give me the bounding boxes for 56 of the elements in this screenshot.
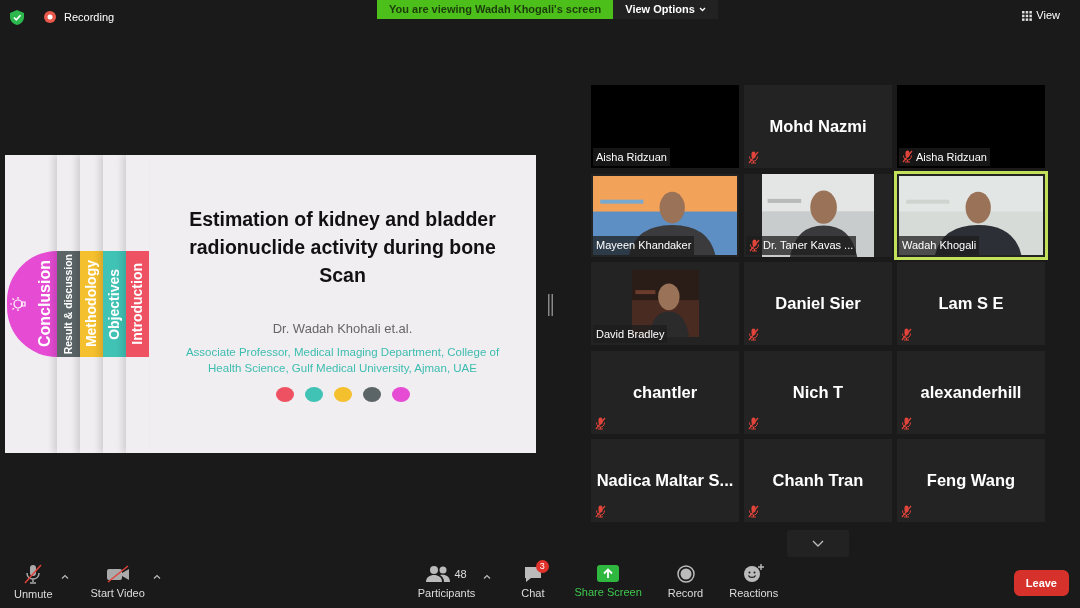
- participant-name: Lam S E: [938, 293, 1004, 315]
- share-screen-icon: [597, 565, 620, 583]
- toolbar-button[interactable]: Share Screen: [574, 565, 642, 601]
- lightbulb-icon: [9, 294, 29, 314]
- view-options-button[interactable]: View Options: [613, 0, 718, 19]
- video-off-icon: [105, 564, 130, 583]
- participant-name: Mayeen Khandaker: [596, 238, 692, 253]
- section-label: Result & discussion: [60, 253, 75, 355]
- section-label: Introduction: [128, 263, 146, 345]
- section-label: Methodology: [82, 260, 100, 348]
- viewing-banner: You are viewing Wadah Khogali's screen: [377, 0, 614, 19]
- unread-badge: 3: [535, 559, 549, 573]
- caret-button[interactable]: [483, 573, 492, 579]
- caret-icon: [698, 7, 706, 12]
- leave-button[interactable]: Leave: [1013, 569, 1069, 597]
- participant-name: Feng Wang: [926, 470, 1016, 492]
- toolbar-button[interactable]: 48 Participants: [417, 564, 476, 602]
- participant-name: David Bradley: [596, 326, 665, 342]
- participant-name: Nadica Maltar S...: [596, 470, 734, 492]
- caret-button[interactable]: [152, 573, 161, 579]
- splitter-handle[interactable]: [548, 294, 553, 316]
- participant-name: Dr. Taner Kavas ...: [763, 238, 854, 253]
- participant-name: Aisha Ridzuan: [916, 149, 987, 165]
- muted-mic-icon: [22, 563, 45, 584]
- record-icon: [676, 564, 695, 583]
- toolbar-button[interactable]: Start Video: [90, 564, 145, 602]
- affiliation-text: Associate Professor, Medical Imaging Department, College of Health Science, Gulf Medical University, Ajman, UAE: [184, 344, 501, 376]
- participant-name: Wadah Khogali: [902, 238, 977, 253]
- author-line: Dr. Wadah Khohali et.al.: [272, 320, 413, 338]
- participants-icon: [426, 564, 451, 583]
- participant-name: chantler: [632, 381, 698, 403]
- participant-name: Daniel Sier: [775, 293, 861, 315]
- participant-name: Chanh Tran: [772, 470, 864, 492]
- section-label: Conclusion: [35, 260, 54, 348]
- section-label: Objectives: [105, 268, 123, 340]
- caret-up-icon: [483, 573, 492, 579]
- grid-icon: [1022, 10, 1033, 21]
- toolbar-button[interactable]: Record: [667, 564, 704, 602]
- toolbar-button[interactable]: Unmute: [14, 563, 53, 603]
- view-button[interactable]: View: [1010, 6, 1072, 25]
- participant-count: 48: [454, 566, 467, 582]
- smiley-add-icon: [742, 564, 765, 584]
- participant-name: alexanderhill: [920, 381, 1022, 403]
- recording-icon: [44, 11, 56, 24]
- participant-name: Nich T: [792, 381, 844, 403]
- recording-label: Recording: [64, 10, 115, 25]
- chat-icon: [522, 564, 543, 583]
- caret-up-icon: [152, 573, 161, 579]
- shield-icon: [10, 9, 24, 25]
- chevron-down-icon: [812, 540, 824, 547]
- toolbar-button[interactable]: Reactions: [729, 564, 779, 602]
- participant-name: Mohd Nazmi: [769, 116, 867, 138]
- participant-name: Aisha Ridzuan: [596, 149, 667, 165]
- caret-up-icon: [60, 573, 69, 579]
- caret-button[interactable]: [60, 573, 69, 579]
- slide-title: Estimation of kidney and bladder radionuclide activity during bone Scan: [188, 207, 497, 288]
